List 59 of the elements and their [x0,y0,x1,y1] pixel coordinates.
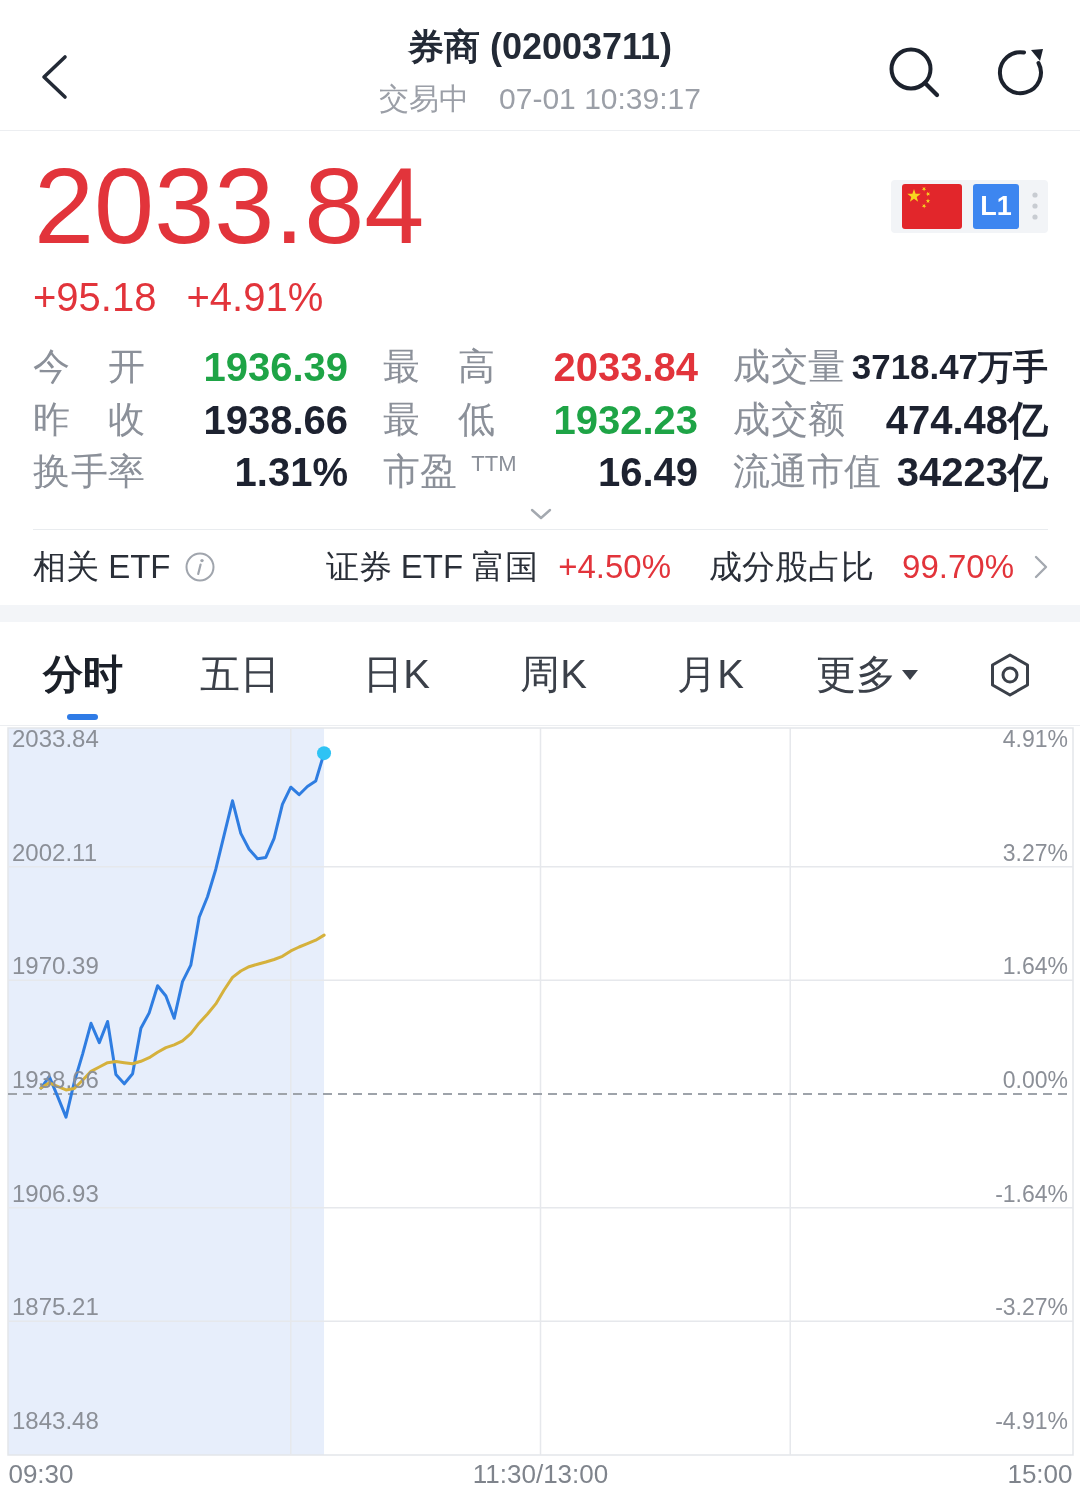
related-etf-label: 相关 ETF [33,546,171,587]
chart-tab[interactable]: 五日 [161,621,318,722]
settings-icon[interactable] [990,652,1030,697]
stat-label: 流通市值 [733,450,881,495]
trading-status: 交易中 [379,81,470,117]
stock-title: 券商 (02003711) [407,25,673,69]
etf-name[interactable]: 证券 ETF 富国 [325,544,539,590]
stat-value: 1936.39 [203,344,348,391]
percent-axis-label: -1.64% [995,1180,1068,1207]
stat-value: 2033.84 [553,344,698,391]
back-icon[interactable] [39,54,69,100]
percent-axis-label: 4.91% [1002,725,1068,752]
stat-value: 1938.66 [203,396,348,443]
percent-change: +4.91% [186,277,324,317]
flag-icon [902,183,962,229]
level-tag: L1 [973,183,1019,229]
percent-axis-label: -4.91% [995,1407,1068,1434]
y-axis-label: 2002.11 [12,838,97,866]
stat-label: 换手率 [33,450,145,495]
price-change: +95.18 [33,277,157,317]
y-axis-label: 1843.48 [12,1406,99,1434]
x-axis-label: 11:30/13:00 [472,1458,609,1489]
market-badge-panel[interactable]: L1 [891,179,1048,233]
current-price: 2033.84 [34,152,425,260]
stat-label: 今 开 [33,345,145,390]
stat-label: 最 低 [383,397,495,442]
chart-tab[interactable]: 日K [318,621,475,722]
stat-label: 昨 收 [33,397,145,442]
holding-ratio-label: 成分股占比 [709,546,875,587]
stat-value: 34223亿 [896,449,1048,496]
stat-label: 成交额 [733,397,845,442]
y-axis-label: 1906.93 [12,1179,99,1207]
chart-tab[interactable]: 月K [632,621,789,722]
chart-tab[interactable]: 分时 [4,621,161,722]
caret-down-icon [901,668,919,681]
percent-axis-label: 0.00% [1002,1066,1068,1093]
percent-axis-label: 1.64% [1002,952,1068,979]
stat-label: 市盈 $^{TTM}$ [383,450,517,495]
latest-point-icon [317,745,332,760]
stat-value: 3718.47万手 [851,346,1048,389]
etf-change: +4.50% [558,548,672,586]
stat-value: 1932.23 [553,396,698,443]
search-icon[interactable] [888,46,940,98]
stat-label: 成交量 [733,345,845,390]
x-axis-label: 15:00 [1007,1458,1073,1489]
stat-value: 16.49 [597,449,698,496]
y-axis-label: 1875.21 [12,1292,99,1320]
chart-tab[interactable]: 更多 [789,621,946,722]
x-axis-label: 09:30 [8,1458,74,1489]
stat-value: 1.31% [234,449,348,496]
holding-ratio: 99.70% [902,548,1014,586]
percent-axis-label: 3.27% [1002,839,1068,866]
stat-value: 474.48亿 [885,396,1048,443]
y-axis-label: 1970.39 [12,951,99,979]
chart-tab[interactable]: 周K [475,621,632,722]
percent-axis-label: -3.27% [995,1293,1068,1320]
y-axis-label: 2033.84 [12,725,99,752]
quote-time: 07-01 10:39:17 [499,81,701,117]
stat-label: 最 高 [383,345,495,390]
